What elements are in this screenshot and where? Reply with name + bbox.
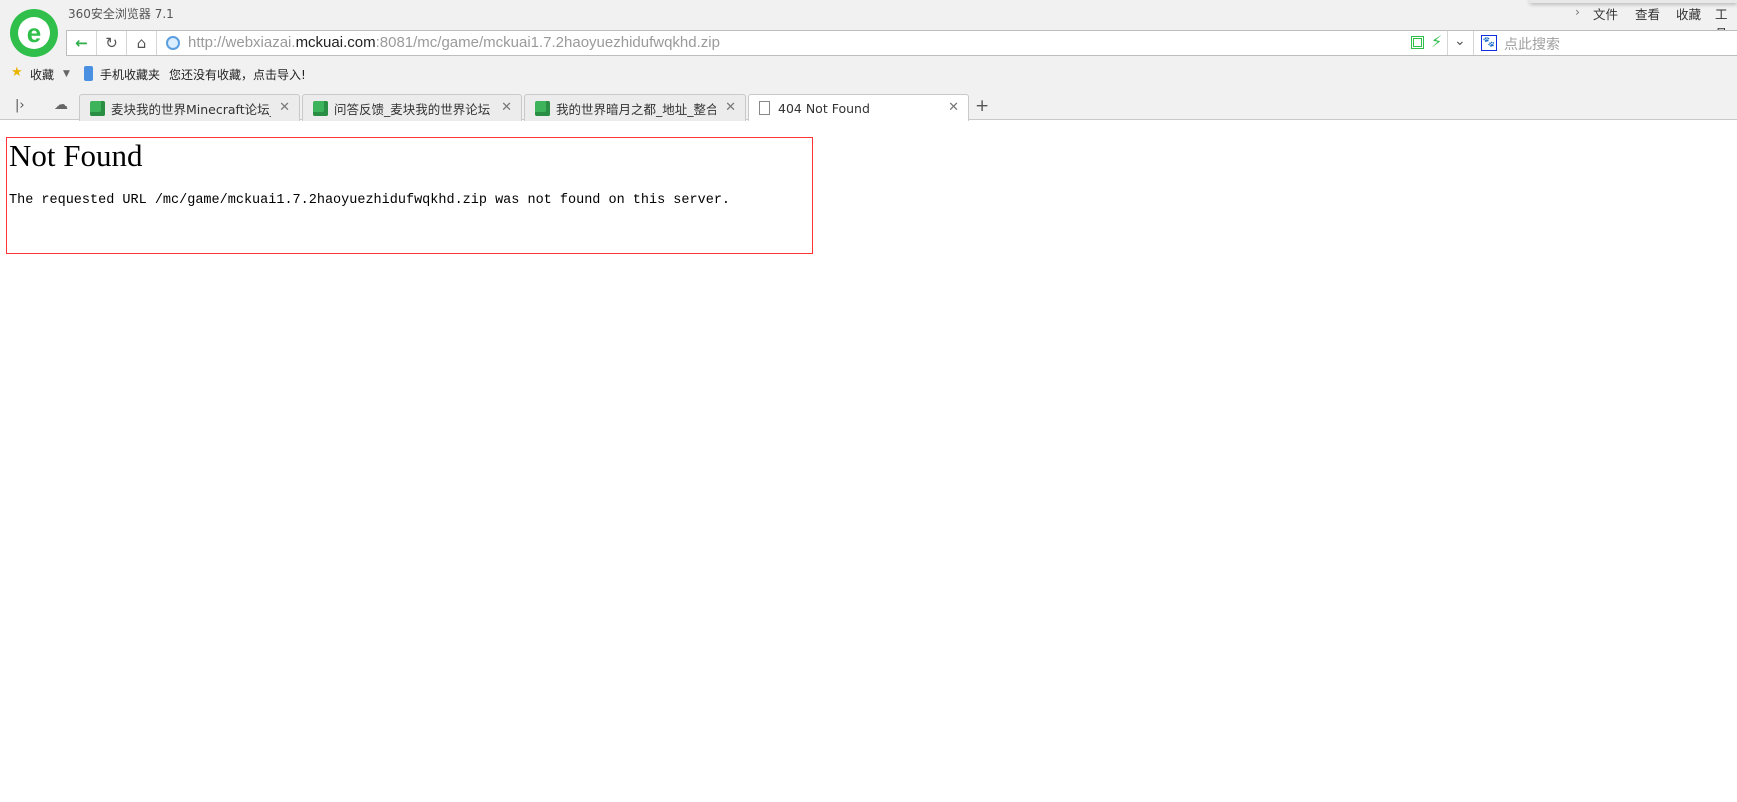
phone-icon	[84, 66, 93, 81]
mobile-favorites-link[interactable]: 手机收藏夹	[100, 66, 160, 83]
tab[interactable]: 我的世界暗月之都_地址_整合包 ✕	[524, 94, 746, 121]
tab[interactable]: 麦块我的世界Minecraft论坛_社 ✕	[79, 94, 300, 121]
close-icon[interactable]: ✕	[725, 100, 736, 115]
minecraft-icon	[90, 100, 105, 116]
new-tab-button[interactable]: +	[975, 96, 989, 116]
favorites-button[interactable]: 收藏	[30, 66, 54, 83]
qr-code-icon[interactable]	[1411, 36, 1424, 49]
url-input[interactable]: http://webxiazai.mckuai.com:8081/mc/game…	[188, 34, 720, 51]
lightning-icon[interactable]: ⚡	[1431, 32, 1442, 51]
tab-active[interactable]: 404 Not Found ✕	[748, 94, 969, 121]
close-icon[interactable]: ✕	[501, 100, 512, 115]
sidebar-toggle-icon[interactable]: |›	[15, 98, 25, 113]
minecraft-icon	[313, 100, 328, 116]
star-icon: ★	[11, 65, 23, 80]
globe-icon	[166, 36, 180, 50]
baidu-paw-icon[interactable]: 🐾	[1481, 35, 1497, 51]
minecraft-icon	[535, 100, 550, 116]
menu-view[interactable]: 查看	[1635, 4, 1660, 23]
page-heading: Not Found	[9, 138, 143, 173]
divider	[1473, 31, 1474, 55]
menu-favorites[interactable]: 收藏	[1676, 4, 1701, 23]
dropdown-shadow	[1530, 0, 1737, 3]
cloud-icon[interactable]: ☁	[54, 97, 68, 113]
page-content: Not Found The requested URL /mc/game/mck…	[6, 137, 813, 254]
menu-expand-icon[interactable]: ›	[1575, 4, 1580, 19]
reload-icon[interactable]: ↻	[97, 31, 127, 55]
error-message: The requested URL /mc/game/mckuai1.7.2ha…	[9, 193, 731, 208]
chevron-down-icon[interactable]: ⌄	[1454, 33, 1466, 49]
menu-file[interactable]: 文件	[1593, 4, 1618, 23]
import-favorites-link[interactable]: 您还没有收藏，点击导入!	[169, 66, 306, 83]
browser-chrome: e 360安全浏览器 7.1 › 文件 查看 收藏 工具 ← ↻ ⌂ http:…	[0, 0, 1737, 121]
close-icon[interactable]: ✕	[948, 100, 959, 115]
document-icon	[759, 101, 770, 115]
divider	[1447, 31, 1448, 55]
home-icon[interactable]: ⌂	[127, 31, 157, 55]
caret-down-icon[interactable]: ▼	[63, 69, 70, 79]
browser-logo: e	[10, 9, 58, 57]
back-icon[interactable]: ←	[67, 31, 97, 55]
window-title: 360安全浏览器 7.1	[68, 7, 174, 21]
close-icon[interactable]: ✕	[279, 100, 290, 115]
tab[interactable]: 问答反馈_麦块我的世界论坛 ✕	[302, 94, 522, 121]
search-input[interactable]: 点此搜索	[1504, 34, 1560, 54]
address-bar: ← ↻ ⌂ http://webxiazai.mckuai.com:8081/m…	[66, 30, 1737, 56]
